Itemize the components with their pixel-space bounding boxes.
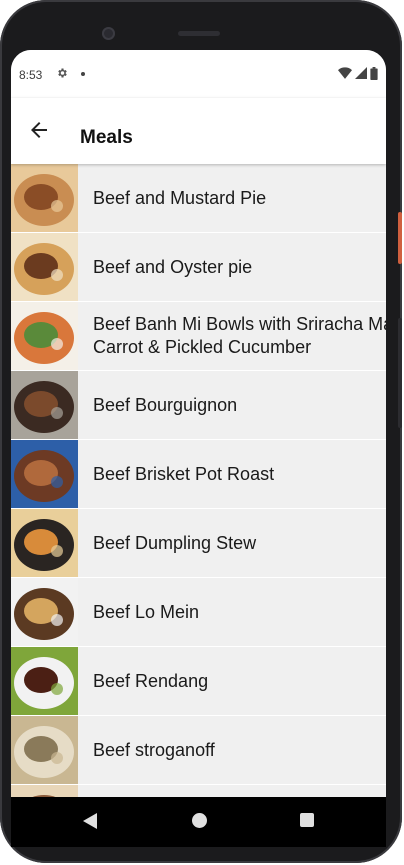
meal-thumbnail bbox=[11, 164, 78, 232]
meal-name: Beef Banh Mi Bowls with Sriracha Mayo, C… bbox=[93, 314, 386, 357]
meal-name: Beef and Oyster pie bbox=[93, 256, 253, 277]
meal-thumbnail bbox=[11, 440, 78, 508]
meal-list-item[interactable]: Beef Brisket Pot Roast bbox=[11, 440, 386, 509]
meal-list-item[interactable]: Beef Rendang bbox=[11, 647, 386, 716]
battery-icon bbox=[370, 66, 378, 80]
meal-name: Beef stroganoff bbox=[93, 739, 215, 760]
meal-list: Beef and Mustard Pie Beef and Oyster pie B… bbox=[11, 164, 386, 847]
meal-name: Beef and Mustard Pie bbox=[93, 187, 267, 208]
navigation-bar bbox=[11, 797, 386, 847]
meal-list-item[interactable]: Beef Bourguignon bbox=[11, 371, 386, 440]
meal-name: Beef Brisket Pot Roast bbox=[93, 463, 275, 484]
meal-list-item[interactable]: Beef Banh Mi Bowls with Sriracha Mayo, C… bbox=[11, 302, 386, 371]
volume-button bbox=[398, 318, 402, 428]
meal-list-item[interactable]: Beef and Mustard Pie bbox=[11, 164, 386, 233]
meal-list-item[interactable]: Beef and Oyster pie bbox=[11, 233, 386, 302]
meal-name: Beef Rendang bbox=[93, 670, 209, 691]
meal-thumbnail bbox=[11, 509, 78, 577]
front-camera bbox=[102, 27, 115, 40]
status-bar: 8:53 bbox=[11, 50, 386, 98]
nav-back-icon[interactable] bbox=[83, 813, 97, 829]
status-time: 8:53 bbox=[19, 68, 43, 82]
settings-icon bbox=[58, 68, 67, 78]
meal-thumbnail bbox=[11, 716, 78, 784]
meal-name: Beef Bourguignon bbox=[93, 394, 238, 415]
phone-frame: 8:53 Meals Beef and Mustard Pie Beef and … bbox=[0, 0, 402, 863]
wifi-icon bbox=[338, 67, 352, 79]
app-bar: Meals bbox=[11, 98, 386, 164]
meal-list-item[interactable]: Beef Lo Mein bbox=[11, 578, 386, 647]
signal-icon bbox=[355, 67, 367, 79]
arrow-back-icon[interactable] bbox=[27, 118, 51, 142]
nav-recent-icon[interactable] bbox=[300, 813, 314, 827]
meal-thumbnail bbox=[11, 647, 78, 715]
system-icons bbox=[338, 66, 378, 80]
meal-name: Beef Lo Mein bbox=[93, 601, 200, 622]
meal-list-item[interactable]: Beef stroganoff bbox=[11, 716, 386, 785]
meal-thumbnail bbox=[11, 578, 78, 646]
meal-list-item[interactable]: Beef Dumpling Stew bbox=[11, 509, 386, 578]
nav-home-icon[interactable] bbox=[192, 813, 207, 828]
meal-thumbnail bbox=[11, 233, 78, 301]
page-title: Meals bbox=[80, 127, 133, 148]
meal-name: Beef Dumpling Stew bbox=[93, 532, 257, 553]
power-button bbox=[398, 212, 402, 264]
earpiece-speaker bbox=[178, 31, 220, 36]
notification-dot bbox=[81, 72, 85, 76]
meal-thumbnail bbox=[11, 371, 78, 439]
screen: 8:53 Meals Beef and Mustard Pie Beef and … bbox=[11, 50, 386, 847]
meal-thumbnail bbox=[11, 302, 78, 370]
